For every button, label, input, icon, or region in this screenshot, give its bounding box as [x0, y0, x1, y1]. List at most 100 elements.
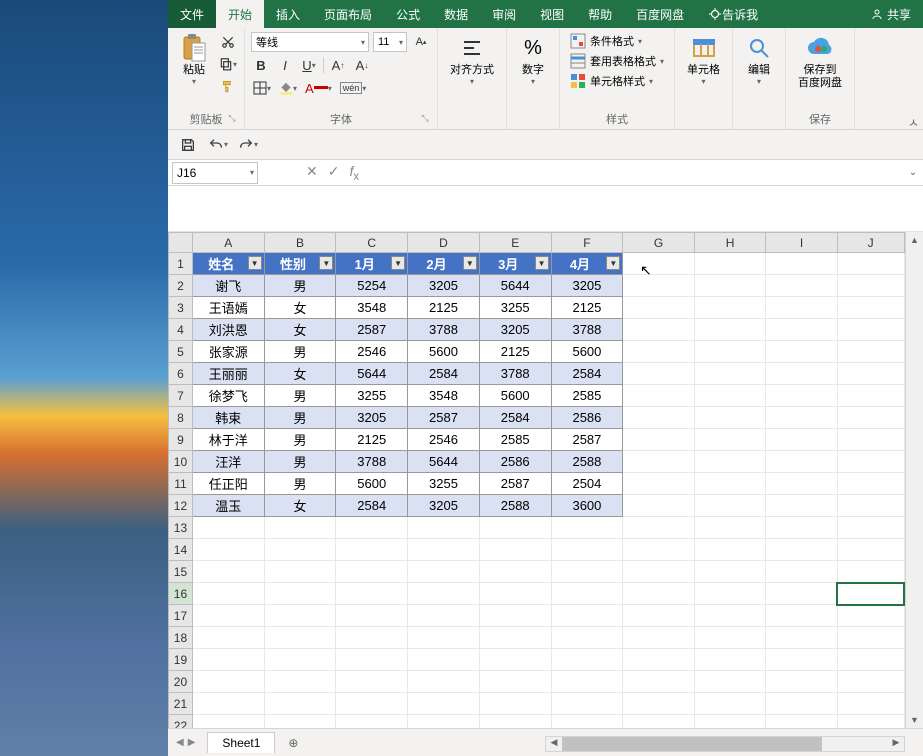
cell[interactable]: [551, 649, 623, 671]
cell[interactable]: [694, 627, 766, 649]
col-header[interactable]: F: [551, 233, 623, 253]
table-cell[interactable]: 2584: [479, 407, 551, 429]
table-cell[interactable]: 5600: [551, 341, 623, 363]
row-header[interactable]: 9: [169, 429, 193, 451]
table-cell[interactable]: 林于洋: [192, 429, 264, 451]
table-cell[interactable]: 3788: [479, 363, 551, 385]
cell[interactable]: [766, 451, 838, 473]
undo-button[interactable]: ▾: [206, 133, 230, 157]
cell[interactable]: [623, 583, 695, 605]
cell[interactable]: [766, 539, 838, 561]
cell[interactable]: [623, 407, 695, 429]
cell[interactable]: [837, 451, 904, 473]
table-cell[interactable]: 2587: [551, 429, 623, 451]
table-cell[interactable]: 5644: [479, 275, 551, 297]
cell[interactable]: [766, 275, 838, 297]
cell[interactable]: [837, 341, 904, 363]
cell[interactable]: [837, 275, 904, 297]
cell[interactable]: [623, 451, 695, 473]
cell[interactable]: [192, 715, 264, 729]
row-header[interactable]: 4: [169, 319, 193, 341]
dialog-launcher-icon[interactable]: ⤡: [226, 113, 238, 125]
increase-font-a-button[interactable]: A↑: [328, 55, 348, 75]
table-cell[interactable]: 2546: [336, 341, 408, 363]
name-box[interactable]: J16: [172, 162, 258, 184]
table-cell[interactable]: 3205: [336, 407, 408, 429]
table-cell[interactable]: 韩束: [192, 407, 264, 429]
font-color-button[interactable]: A▾: [303, 78, 334, 98]
cell[interactable]: [837, 539, 904, 561]
table-cell[interactable]: 2587: [336, 319, 408, 341]
cell[interactable]: [766, 627, 838, 649]
row-header[interactable]: 13: [169, 517, 193, 539]
cell[interactable]: [479, 693, 551, 715]
cell[interactable]: [837, 297, 904, 319]
cell[interactable]: [479, 671, 551, 693]
table-cell[interactable]: 男: [264, 341, 336, 363]
table-header-cell[interactable]: 性别▼: [264, 253, 336, 275]
cell[interactable]: [837, 495, 904, 517]
cell[interactable]: [408, 693, 480, 715]
cell[interactable]: [336, 517, 408, 539]
col-header[interactable]: I: [766, 233, 838, 253]
row-header[interactable]: 18: [169, 627, 193, 649]
bold-button[interactable]: B: [251, 55, 271, 75]
filter-dropdown-icon[interactable]: ▼: [535, 256, 549, 270]
cell[interactable]: [408, 539, 480, 561]
alignment-button[interactable]: 对齐方式 ▾: [444, 32, 500, 88]
cell[interactable]: [766, 253, 838, 275]
cell[interactable]: [336, 627, 408, 649]
table-cell[interactable]: 2584: [551, 363, 623, 385]
row-header[interactable]: 22: [169, 715, 193, 729]
col-header[interactable]: H: [694, 233, 766, 253]
cell[interactable]: [479, 649, 551, 671]
collapse-ribbon-button[interactable]: ㅅ: [908, 114, 919, 131]
table-header-cell[interactable]: 4月▼: [551, 253, 623, 275]
cell[interactable]: [264, 605, 336, 627]
scroll-left-button[interactable]: ◀: [546, 737, 562, 751]
edit-button[interactable]: 编辑 ▾: [739, 32, 779, 88]
table-cell[interactable]: 刘洪恩: [192, 319, 264, 341]
tab-home[interactable]: 开始: [216, 0, 264, 28]
table-cell[interactable]: 男: [264, 451, 336, 473]
cell[interactable]: [623, 671, 695, 693]
cell[interactable]: [336, 583, 408, 605]
cell[interactable]: [694, 517, 766, 539]
table-cell[interactable]: 2504: [551, 473, 623, 495]
cell[interactable]: [623, 517, 695, 539]
cell[interactable]: [623, 341, 695, 363]
cell[interactable]: [551, 671, 623, 693]
cell[interactable]: [837, 363, 904, 385]
cell[interactable]: [694, 561, 766, 583]
cell[interactable]: [766, 715, 838, 729]
table-cell[interactable]: 5600: [479, 385, 551, 407]
tab-data[interactable]: 数据: [432, 0, 480, 28]
table-cell[interactable]: 2588: [551, 451, 623, 473]
cell[interactable]: [623, 297, 695, 319]
cell[interactable]: [837, 473, 904, 495]
row-header[interactable]: 17: [169, 605, 193, 627]
table-cell[interactable]: 男: [264, 385, 336, 407]
row-header[interactable]: 19: [169, 649, 193, 671]
cell[interactable]: [623, 649, 695, 671]
cell[interactable]: [408, 583, 480, 605]
cell[interactable]: [837, 429, 904, 451]
tab-formula[interactable]: 公式: [384, 0, 432, 28]
tab-layout[interactable]: 页面布局: [312, 0, 384, 28]
cell[interactable]: [551, 715, 623, 729]
cell[interactable]: [766, 341, 838, 363]
table-header-cell[interactable]: 2月▼: [408, 253, 480, 275]
cell[interactable]: [336, 539, 408, 561]
tab-tellme[interactable]: 告诉我: [696, 0, 770, 28]
col-header[interactable]: B: [264, 233, 336, 253]
cell[interactable]: [623, 429, 695, 451]
table-cell[interactable]: 2586: [479, 451, 551, 473]
row-header[interactable]: 11: [169, 473, 193, 495]
accept-formula-button[interactable]: ✓: [328, 163, 340, 183]
cell[interactable]: [766, 671, 838, 693]
table-cell[interactable]: 5254: [336, 275, 408, 297]
cell[interactable]: [479, 627, 551, 649]
table-cell[interactable]: 女: [264, 297, 336, 319]
cell-style-button[interactable]: 单元格样式▾: [566, 72, 668, 90]
cell[interactable]: [408, 627, 480, 649]
